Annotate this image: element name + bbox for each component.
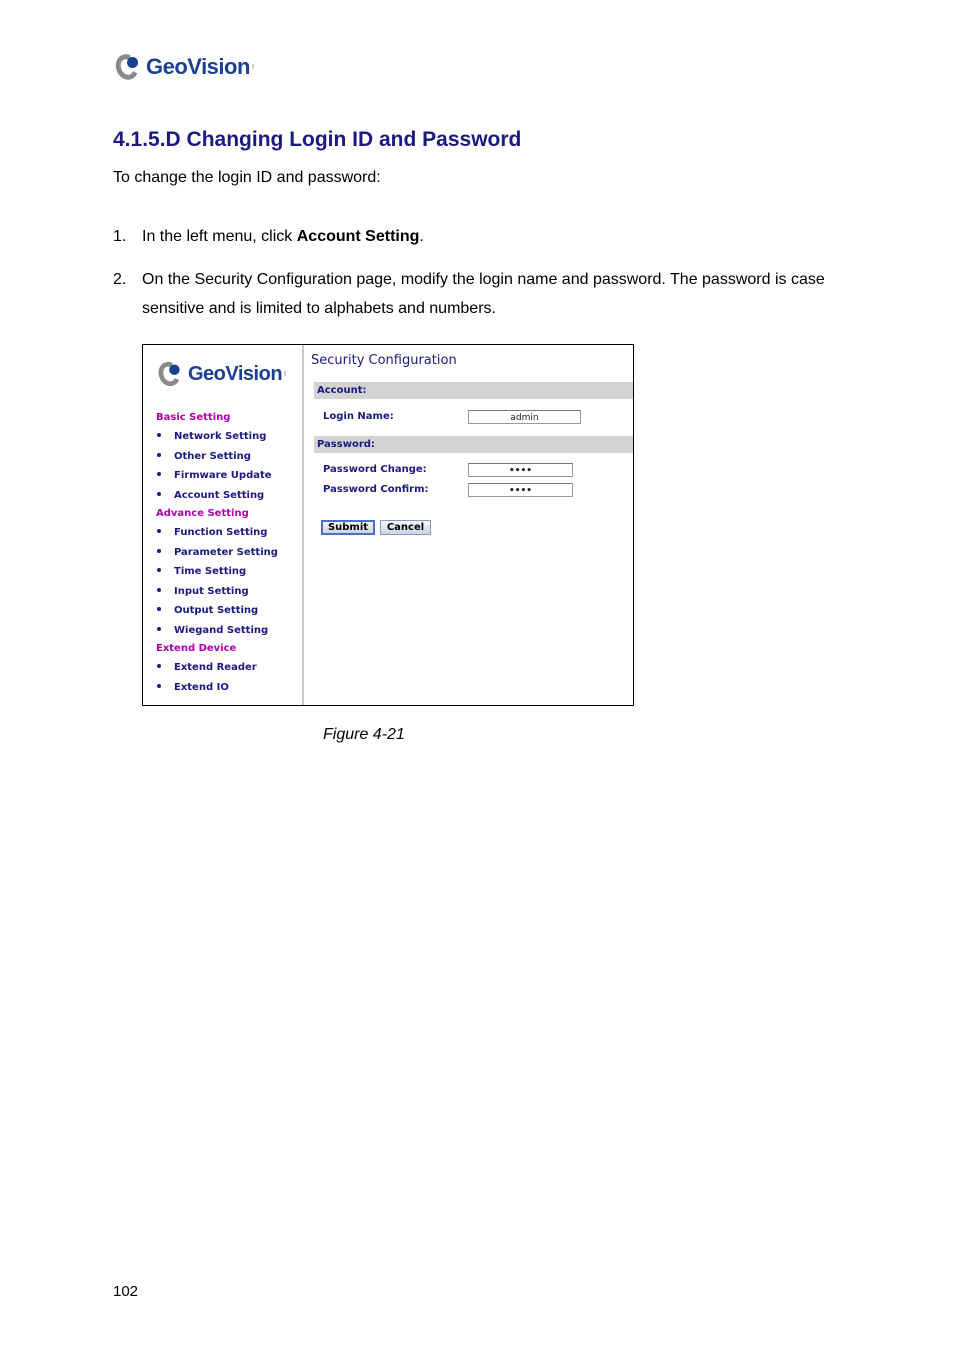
bullet-icon <box>157 684 161 688</box>
menu-item-function-setting[interactable]: Function Setting <box>157 527 267 538</box>
menu-item-time-setting[interactable]: Time Setting <box>157 566 246 577</box>
step-text-post: . <box>419 228 424 245</box>
geovision-logo: GeoVision inc <box>112 51 256 83</box>
menu-heading-advance-setting[interactable]: Advance Setting <box>156 508 249 519</box>
page-number: 102 <box>113 1283 139 1300</box>
menu-item-input-setting[interactable]: Input Setting <box>157 586 249 597</box>
logo-text: GeoVision <box>146 54 250 79</box>
menu-item-extend-reader[interactable]: Extend Reader <box>157 662 257 673</box>
figure-caption: Figure 4-21 <box>323 726 405 743</box>
menu-item-output-setting[interactable]: Output Setting <box>157 605 258 616</box>
figure-screenshot: GeoVision inc Basic Setting Network Sett… <box>142 344 634 706</box>
login-name-input[interactable]: admin <box>468 410 581 424</box>
menu-item-other-setting[interactable]: Other Setting <box>157 451 251 462</box>
menu-heading-extend-device[interactable]: Extend Device <box>156 643 236 654</box>
step-number: 2. <box>113 271 127 288</box>
menu-item-label: Extend IO <box>174 682 229 693</box>
password-change-input[interactable]: •••• <box>468 463 573 477</box>
menu-item-label: Wiegand Setting <box>174 625 269 636</box>
bullet-icon <box>157 664 161 668</box>
bullet-icon <box>157 472 161 476</box>
bullet-icon <box>157 453 161 457</box>
cancel-button[interactable]: Cancel <box>380 520 431 535</box>
account-section-header: Account: <box>314 382 633 399</box>
step-text: On the Security Configuration page, modi… <box>142 271 825 317</box>
bullet-icon <box>157 433 161 437</box>
step-text: In the left menu, click Account Setting. <box>142 222 852 251</box>
figure-logo: GeoVision inc <box>155 358 289 390</box>
panel-title: Security Configuration <box>311 353 457 368</box>
sidebar: GeoVision inc Basic Setting Network Sett… <box>143 345 304 705</box>
logo-suffix: inc <box>250 64 256 70</box>
menu-item-label: Parameter Setting <box>174 547 278 558</box>
figure-logo-suffix: inc <box>283 371 289 377</box>
menu-item-wiegand-setting[interactable]: Wiegand Setting <box>157 625 268 636</box>
bullet-icon <box>157 627 161 631</box>
step-text-pre: In the left menu, click <box>142 228 297 245</box>
menu-heading-basic-setting[interactable]: Basic Setting <box>156 412 230 423</box>
password-section-header: Password: <box>314 436 633 453</box>
password-change-label: Password Change: <box>323 464 427 475</box>
bullet-icon <box>157 588 161 592</box>
menu-item-label: Function Setting <box>174 527 268 538</box>
menu-item-label: Input Setting <box>174 586 249 597</box>
menu-item-extend-io[interactable]: Extend IO <box>157 682 229 693</box>
step-number: 1. <box>113 228 127 245</box>
menu-item-label: Time Setting <box>174 566 247 577</box>
password-confirm-input[interactable]: •••• <box>468 483 573 497</box>
menu-item-label: Account Setting <box>174 490 265 501</box>
geovision-logo-icon <box>112 51 146 83</box>
intro-text: To change the login ID and password: <box>113 169 381 186</box>
bullet-icon <box>157 549 161 553</box>
menu-item-label: Extend Reader <box>174 662 257 673</box>
bullet-icon <box>157 529 161 533</box>
figure-logo-text: GeoVision <box>188 362 283 385</box>
step-text-bold: Account Setting <box>296 228 420 245</box>
submit-button[interactable]: Submit <box>321 520 375 535</box>
geovision-logo-icon <box>155 358 188 390</box>
login-name-label: Login Name: <box>323 411 394 422</box>
bullet-icon <box>157 492 161 496</box>
menu-item-label: Other Setting <box>174 451 251 462</box>
menu-item-label: Firmware Update <box>174 470 272 481</box>
password-confirm-label: Password Confirm: <box>323 484 429 495</box>
menu-item-label: Network Setting <box>174 431 267 442</box>
menu-item-label: Output Setting <box>174 605 259 616</box>
section-title: 4.1.5.D Changing Login ID and Password <box>113 128 522 151</box>
bullet-icon <box>157 568 161 572</box>
menu-item-network-setting[interactable]: Network Setting <box>157 431 266 442</box>
menu-item-account-setting[interactable]: Account Setting <box>157 490 264 501</box>
menu-item-firmware-update[interactable]: Firmware Update <box>157 470 272 481</box>
security-configuration-panel: Security Configuration Account: Login Na… <box>304 345 633 705</box>
menu-item-parameter-setting[interactable]: Parameter Setting <box>157 547 278 558</box>
bullet-icon <box>157 607 161 611</box>
